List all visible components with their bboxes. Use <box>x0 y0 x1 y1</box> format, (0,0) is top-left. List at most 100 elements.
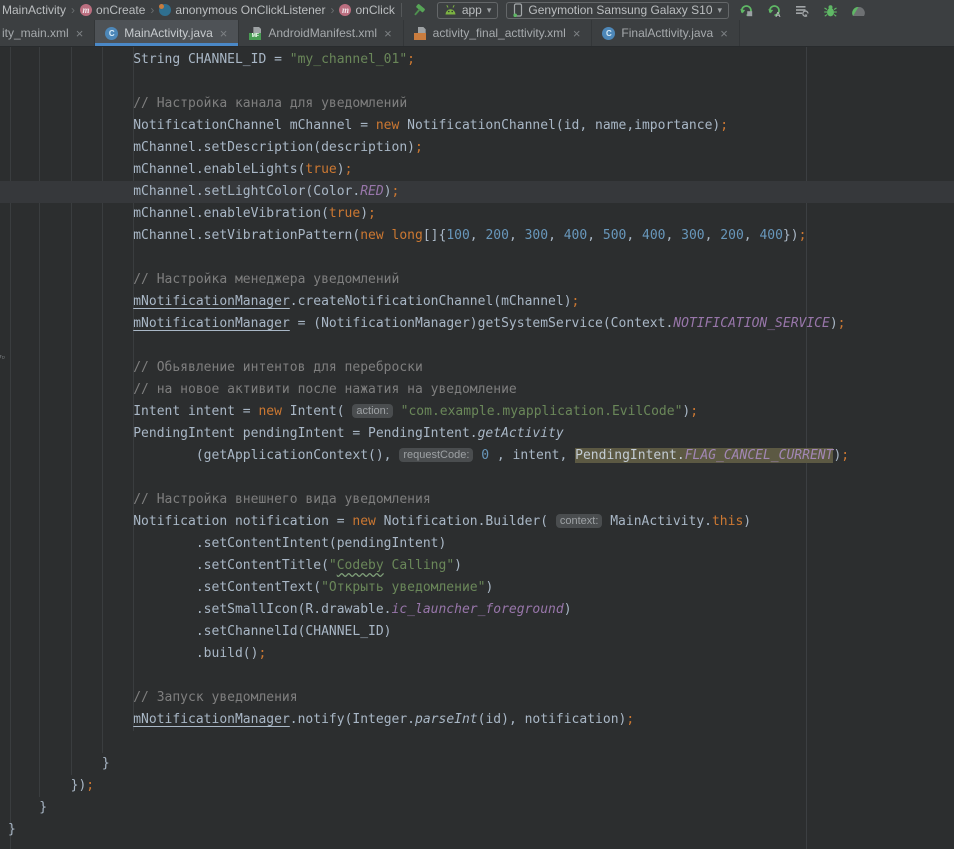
code-token: mChannel.enableLights( <box>8 162 305 177</box>
code-token: ) <box>337 162 345 177</box>
breadcrumb-item[interactable]: anonymous OnClickListener <box>159 3 325 17</box>
editor-tab[interactable]: CFinalActtivity.java× <box>592 20 739 46</box>
code-token: true <box>329 206 360 221</box>
code-line: // Обьявление интентов для переброски <box>0 357 954 379</box>
code-token <box>8 316 133 331</box>
tab-label: FinalActtivity.java <box>621 26 713 40</box>
code-line: Intent intent = new Intent( action: "com… <box>0 401 954 423</box>
code-token: new <box>258 404 281 419</box>
code-token: ; <box>720 118 728 133</box>
code-line: } <box>0 819 954 841</box>
run-config-label: app <box>462 3 482 17</box>
code-token: } <box>8 756 110 771</box>
code-token: ic_launcher_foreground <box>392 602 564 617</box>
code-token: ; <box>690 404 698 419</box>
code-line: }); <box>0 775 954 797</box>
device-selector[interactable]: Genymotion Samsung Galaxy S10 ▾ <box>506 2 729 19</box>
code-token: 0 <box>481 448 489 463</box>
close-icon[interactable]: × <box>219 27 229 40</box>
apply-code-changes-button[interactable]: A <box>765 3 784 18</box>
code-token: Intent( <box>282 404 352 419</box>
code-token: , <box>705 228 721 243</box>
editor-tab[interactable]: ity_main.xml× <box>0 20 95 46</box>
java-class-icon: C <box>105 27 118 40</box>
code-token: (getApplicationContext(), <box>8 448 399 463</box>
code-token <box>8 712 133 727</box>
editor-tab[interactable]: MFAndroidManifest.xml× <box>239 20 403 46</box>
breadcrumb-separator-icon: › <box>330 3 334 17</box>
tab-label: AndroidManifest.xml <box>268 26 377 40</box>
breadcrumb-label: MainActivity <box>2 3 66 17</box>
code-token: ; <box>841 448 849 463</box>
close-icon[interactable]: × <box>75 27 85 40</box>
code-token: []{ <box>423 228 446 243</box>
close-icon[interactable]: × <box>383 27 393 40</box>
code-token: ; <box>626 712 634 727</box>
debug-button[interactable] <box>821 3 840 18</box>
breadcrumb-item[interactable]: monCreate <box>80 3 145 17</box>
code-editor[interactable]: ▿▫ ▫ ▫ ▫ String CHANNEL_ID = "my_channel… <box>0 47 954 849</box>
phone-icon <box>513 3 523 17</box>
code-token: new <box>360 228 383 243</box>
code-line: // Настройка канала для уведомлений <box>0 93 954 115</box>
code-token: // Запуск уведомления <box>8 690 298 705</box>
editor-tab[interactable]: activity_final_acttivity.xml × <box>404 20 593 46</box>
method-icon: m <box>339 4 351 16</box>
code-line: .setSmallIcon(R.drawable.ic_launcher_for… <box>0 599 954 621</box>
code-token: PendingIntent. <box>575 448 685 463</box>
run-config-selector[interactable]: app ▾ <box>437 2 499 19</box>
close-icon[interactable]: × <box>719 27 729 40</box>
breadcrumb-item[interactable]: monClick <box>339 3 394 17</box>
layout-file-icon <box>414 27 427 40</box>
code-token: } <box>8 800 47 815</box>
code-line: .setContentText("Открыть уведомление") <box>0 577 954 599</box>
code-token: , intent, <box>489 448 575 463</box>
code-line: mNotificationManager.notify(Integer.pars… <box>0 709 954 731</box>
code-token: mNotificationManager <box>133 316 290 331</box>
code-line: mNotificationManager.createNotificationC… <box>0 291 954 313</box>
code-token: ; <box>345 162 353 177</box>
code-line: .setChannelId(CHANNEL_ID) <box>0 621 954 643</box>
code-token: Codeby <box>337 558 384 573</box>
code-token: ) <box>360 206 368 221</box>
code-line <box>0 335 954 357</box>
close-icon[interactable]: × <box>572 27 582 40</box>
code-token: .notify(Integer. <box>290 712 415 727</box>
code-token: 400 <box>564 228 587 243</box>
code-token: 200 <box>485 228 508 243</box>
breadcrumb-item[interactable]: MainActivity <box>2 3 66 17</box>
code-line <box>0 467 954 489</box>
code-token <box>8 294 133 309</box>
code-line: mChannel.enableVibration(true); <box>0 203 954 225</box>
list-refresh-icon <box>795 3 810 18</box>
tab-label: activity_final_acttivity.xml <box>433 26 566 40</box>
list-refresh-button[interactable] <box>793 3 812 18</box>
code-token: ; <box>838 316 846 331</box>
debug-bug-icon <box>823 3 838 18</box>
code-token: ; <box>799 228 807 243</box>
editor-tab[interactable]: CMainActivity.java× <box>95 20 239 46</box>
code-token: , <box>509 228 525 243</box>
code-token: new <box>352 514 375 529</box>
editor-tab-bar: ity_main.xml×CMainActivity.java×MFAndroi… <box>0 20 954 47</box>
profile-button[interactable] <box>849 3 868 18</box>
code-token: , <box>548 228 564 243</box>
android-icon <box>444 4 457 16</box>
fold-marker-icon[interactable]: ▿▫ <box>0 353 5 362</box>
code-token: ; <box>392 184 400 199</box>
build-button[interactable] <box>410 3 429 18</box>
device-label: Genymotion Samsung Galaxy S10 <box>528 3 712 17</box>
code-line <box>0 247 954 269</box>
code-text-area[interactable]: String CHANNEL_ID = "my_channel_01"; // … <box>0 47 954 841</box>
code-token: mChannel.setVibrationPattern( <box>8 228 360 243</box>
code-token: mNotificationManager <box>133 712 290 727</box>
apply-changes-button[interactable] <box>737 3 756 18</box>
code-token: .build() <box>8 646 258 661</box>
code-token: mChannel.setDescription(description) <box>8 140 415 155</box>
code-line: .setContentIntent(pendingIntent) <box>0 533 954 555</box>
anonymous-class-icon <box>159 4 171 16</box>
code-token: } <box>8 822 16 837</box>
profile-icon <box>851 3 866 18</box>
code-token: ; <box>258 646 266 661</box>
code-line: (getApplicationContext(), requestCode: 0… <box>0 445 954 467</box>
